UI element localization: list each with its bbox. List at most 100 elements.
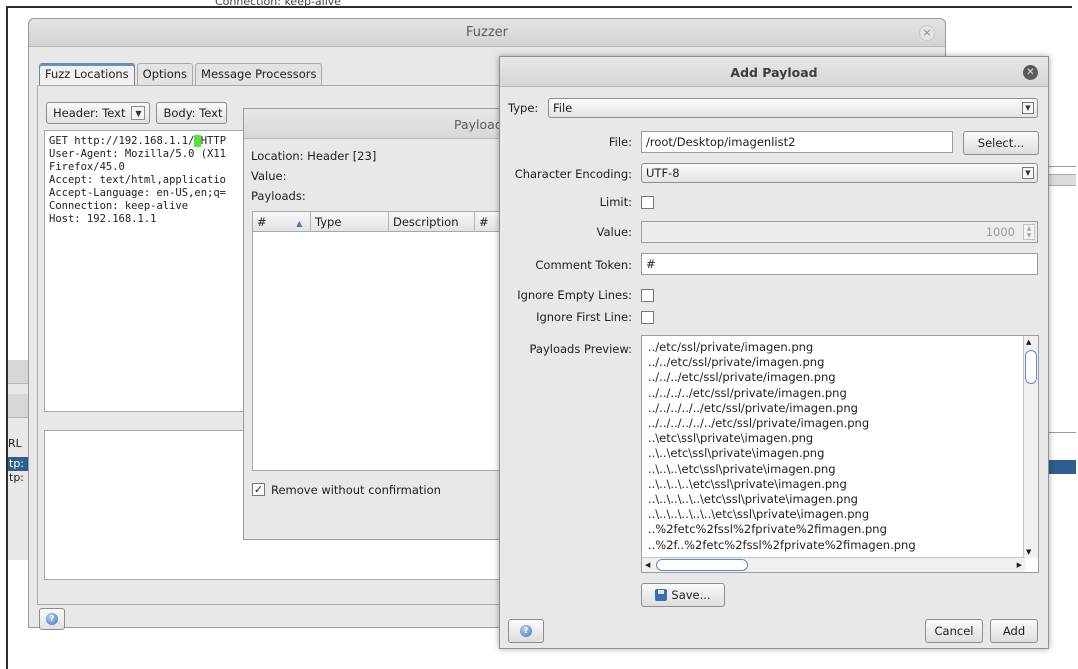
column-label: #: [257, 215, 267, 229]
request-line: Accept-Language: en-US,en;q=: [49, 187, 227, 199]
limit-label: Limit:: [599, 195, 632, 209]
scroll-right-icon[interactable]: ▶: [1017, 561, 1022, 569]
request-line: Firefox/45.0: [49, 161, 125, 173]
payload-preview-item: ../etc/ssl/private/imagen.png: [648, 340, 814, 354]
type-select[interactable]: File ▼: [548, 98, 1038, 118]
payloads-preview-list: ../etc/ssl/private/imagen.png ../../etc/s…: [648, 340, 916, 553]
payload-preview-item: ../../etc/ssl/private/imagen.png: [648, 355, 825, 370]
background-row[interactable]: tp:: [8, 471, 30, 485]
payload-preview-item: ../../../../etc/ssl/private/imagen.png: [648, 385, 847, 400]
column-header-type[interactable]: Type: [311, 212, 389, 231]
checkbox-checked-icon: ✓: [252, 483, 265, 496]
add-button[interactable]: Add: [990, 619, 1038, 643]
column-header-number[interactable]: # ▲: [253, 212, 311, 231]
request-line: Accept: text/html,applicatio: [49, 174, 227, 186]
body-view-label: Body: Text: [163, 106, 223, 120]
comment-token-label: Comment Token:: [535, 258, 632, 272]
request-line: User-Agent: Mozilla/5.0 (X11: [49, 148, 227, 160]
help-button[interactable]: ?: [508, 619, 544, 643]
limit-value: 1000: [985, 225, 1015, 239]
tab-fuzz-locations[interactable]: Fuzz Locations: [39, 63, 135, 85]
remove-without-confirmation-checkbox[interactable]: ✓ Remove without confirmation: [252, 483, 441, 497]
payloads-titlebar[interactable]: Payload: [244, 109, 542, 139]
ignore-first-line-checkbox[interactable]: [641, 311, 654, 324]
scroll-left-icon[interactable]: ◀: [645, 561, 650, 569]
fuzzer-tabs: Fuzz Locations Options Message Processor…: [39, 63, 324, 85]
payloads-dialog: Payload Location: Header [23] Value: Pay…: [243, 108, 552, 540]
background-bar: [8, 394, 30, 418]
save-button[interactable]: Save...: [641, 583, 725, 607]
limit-value-spinner[interactable]: 1000 ▲ ▼: [641, 221, 1038, 243]
payload-preview-item: ..\..\etc\ssl\private\imagen.png: [648, 446, 825, 461]
fuzzer-titlebar[interactable]: Fuzzer ×: [29, 19, 945, 47]
payload-preview-item: ..\etc\ssl\private\imagen.png: [648, 431, 814, 446]
floppy-disk-icon: [655, 589, 668, 601]
select-file-button[interactable]: Select...: [963, 131, 1039, 155]
tab-options[interactable]: Options: [136, 63, 194, 85]
background-row[interactable]: tp:: [8, 457, 30, 471]
file-label: File:: [608, 135, 632, 149]
add-payload-title: Add Payload: [730, 65, 818, 80]
type-value: File: [553, 101, 573, 115]
payload-preview-item: ../../../../../etc/ssl/private/imagen.pn…: [648, 400, 858, 415]
payloads-label: Payloads:: [251, 189, 306, 203]
ignore-first-line-label: Ignore First Line:: [536, 310, 632, 324]
help-button[interactable]: ?: [39, 608, 65, 630]
add-payload-titlebar[interactable]: Add Payload ✕: [500, 57, 1048, 87]
ignore-empty-lines-checkbox[interactable]: [641, 289, 654, 302]
help-icon: ?: [46, 613, 58, 625]
request-line: Connection: keep-alive: [49, 200, 189, 212]
payload-preview-item: ../../../etc/ssl/private/imagen.png: [648, 370, 836, 385]
background-bar: [8, 360, 30, 384]
fuzzer-title: Fuzzer: [466, 25, 508, 40]
vertical-scrollbar[interactable]: ▲ ▼: [1023, 336, 1038, 558]
payload-preview-item: ..%2f..%2fetc%2fssl%2fprivate%2fimagen.p…: [648, 537, 916, 552]
header-view-select[interactable]: Header: Text ▼: [46, 102, 151, 124]
close-icon[interactable]: ✕: [1023, 65, 1038, 80]
background-cut-text: Connection: keep-alive: [215, 0, 342, 8]
character-encoding-value: UTF-8: [646, 166, 680, 180]
value-label: Value:: [251, 169, 287, 183]
ignore-empty-lines-label: Ignore Empty Lines:: [517, 288, 632, 302]
fuzzer-toolbar: Header: Text ▼ Body: Text: [46, 102, 233, 124]
column-header-description[interactable]: Description: [389, 212, 475, 231]
limit-value-label: Value:: [596, 225, 632, 239]
tab-message-processors[interactable]: Message Processors: [195, 63, 323, 85]
payload-preview-item: ..\..\..\..\etc\ssl\private\imagen.png: [648, 476, 847, 491]
spinner-arrows-icon: ▲ ▼: [1023, 224, 1035, 240]
payload-preview-item: ../../../../../../etc/ssl/private/imagen…: [648, 416, 870, 431]
close-icon[interactable]: ×: [919, 25, 935, 41]
horizontal-scrollbar[interactable]: ◀ ▶: [642, 557, 1025, 572]
chevron-down-icon: ▼: [131, 106, 146, 120]
chevron-down-icon: ▼: [1022, 167, 1034, 179]
payload-preview-item: ..%2fetc%2fssl%2fprivate%2fimagen.png: [648, 522, 887, 537]
remove-without-confirmation-label: Remove without confirmation: [271, 483, 441, 497]
payloads-preview-label: Payloads Preview:: [529, 342, 632, 356]
scroll-thumb[interactable]: [1025, 350, 1037, 384]
scroll-up-icon[interactable]: ▲: [1026, 338, 1031, 346]
chevron-down-icon: ▼: [1022, 102, 1034, 114]
character-encoding-label: Character Encoding:: [514, 167, 632, 181]
limit-checkbox[interactable]: [641, 196, 654, 209]
help-icon: ?: [520, 625, 532, 637]
cancel-button[interactable]: Cancel: [925, 619, 983, 643]
payload-preview-item: ..\..\..\etc\ssl\private\imagen.png: [648, 461, 836, 476]
save-button-label: Save...: [671, 588, 711, 602]
background-url-label: RL: [8, 437, 22, 450]
add-payload-dialog: Add Payload ✕ Type: File ▼ File: /root/D…: [499, 56, 1049, 649]
payloads-preview[interactable]: ../etc/ssl/private/imagen.png ../../etc/s…: [641, 335, 1039, 573]
scroll-down-icon[interactable]: ▼: [1026, 548, 1031, 556]
request-line: GET http://192.168.1.1/: [49, 135, 195, 147]
header-view-label: Header: Text: [53, 106, 126, 120]
scroll-thumb[interactable]: [656, 559, 748, 571]
request-line: Host: 192.168.1.1: [49, 213, 157, 225]
payloads-title: Payload: [454, 117, 503, 132]
request-line: HTTP: [200, 135, 227, 147]
body-view-select[interactable]: Body: Text: [156, 102, 228, 124]
location-label: Location: Header [23]: [251, 149, 377, 163]
type-label: Type:: [508, 101, 539, 115]
sort-ascending-icon: ▲: [296, 219, 303, 228]
file-path-field[interactable]: /root/Desktop/imagenlist2: [641, 131, 953, 153]
character-encoding-select[interactable]: UTF-8 ▼: [641, 163, 1038, 183]
comment-token-field[interactable]: #: [641, 253, 1038, 275]
